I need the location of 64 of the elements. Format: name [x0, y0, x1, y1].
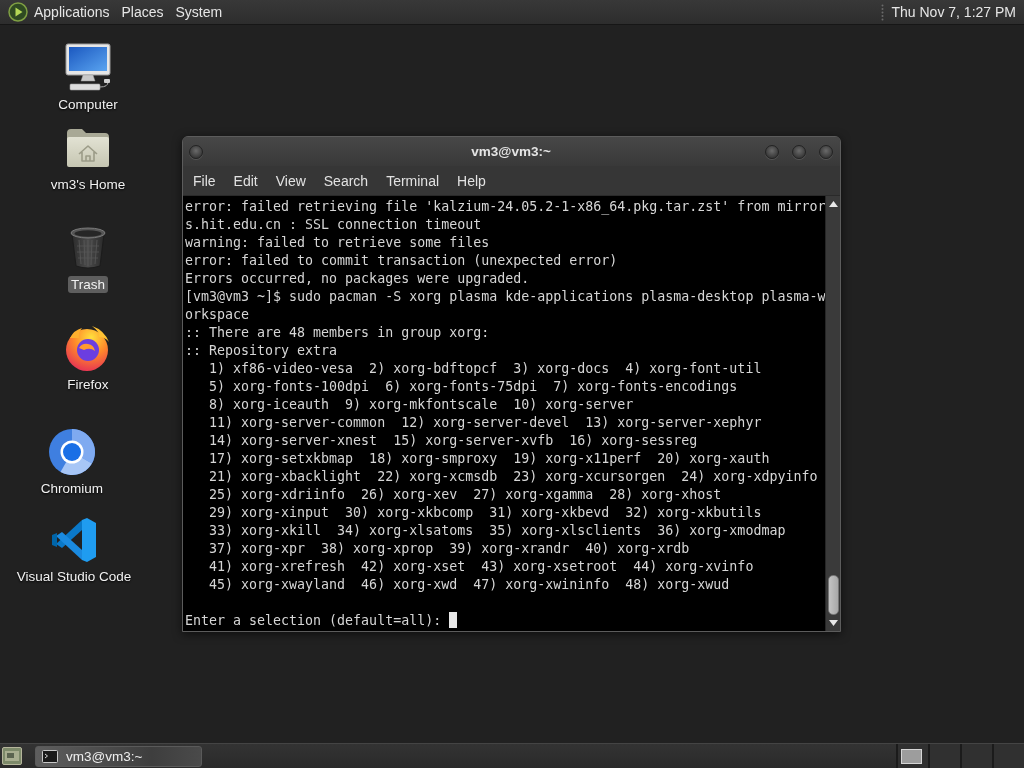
close-button[interactable]	[819, 144, 833, 159]
drag-handle-icon	[881, 3, 885, 21]
terminal-line: 5) xorg-fonts-100dpi 6) xorg-fonts-75dpi 7) xorg-fonts-encodings	[208, 378, 739, 396]
icon-label[interactable]: Firefox	[64, 376, 112, 393]
terminal-line: error: failed to commit transaction (unexpected error)	[185, 252, 619, 270]
terminal-line: 33) xorg-xkill 34) xorg-xlsatoms 35) xorg-xlsclients 36) xorg-xmodmap	[208, 522, 787, 540]
icon-label[interactable]: vm3's Home	[47, 176, 129, 193]
taskbar-button[interactable]: vm3@vm3:~	[35, 745, 202, 767]
menu-item[interactable]: Edit	[224, 168, 267, 193]
panel-menu[interactable]: Places	[115, 0, 170, 24]
workspace-cell[interactable]	[960, 744, 992, 768]
terminal-line: 14) xorg-server-xnest 15) xorg-server-xvfb 16) xorg-sessreg	[208, 432, 699, 450]
terminal-line: 45) xorg-xwayland 46) xorg-xwd 47) xorg-xwininfo 48) xorg-xwud	[208, 576, 731, 594]
maximize-button[interactable]	[792, 144, 806, 159]
terminal-line: Errors occurred, no packages were upgraded.	[185, 270, 531, 288]
terminal-line: error: failed retrieving file 'kalzium-24.05.2-1-x86_64.pkg.tar.zst' from mirror	[185, 198, 825, 216]
terminal-line: 25) xorg-xdriinfo 26) xorg-xev 27) xorg-xgamma 28) xorg-xhost	[208, 486, 723, 504]
icon-label[interactable]: Computer	[55, 96, 121, 113]
ring-logo-icon[interactable]	[48, 428, 96, 476]
window-title: vm3@vm3:~	[471, 144, 551, 159]
up-arrow-icon[interactable]	[828, 201, 838, 207]
panel-clock[interactable]: Thu Nov 7, 1:27 PM	[884, 0, 1020, 24]
window-menu-button[interactable]	[189, 144, 203, 159]
terminal-line: orkspace	[185, 306, 251, 324]
home-folder-icon[interactable]	[65, 127, 111, 169]
terminal-line: 21) xorg-xbacklight 22) xorg-xcmsdb 23) xorg-xcursorgen 24) xorg-xdpyinfo	[208, 468, 819, 486]
show-desktop-icon[interactable]	[2, 747, 22, 765]
minimize-button[interactable]	[765, 144, 779, 159]
ribbon-logo-icon[interactable]	[51, 517, 97, 563]
terminal-line: 11) xorg-server-common 12) xorg-server-devel 13) xorg-server-xephyr	[208, 414, 763, 432]
workspace-cell[interactable]	[928, 744, 960, 768]
terminal-line: 1) xf86-video-vesa 2) xorg-bdftopcf 3) xorg-docs 4) xorg-font-util	[208, 360, 763, 378]
terminal-line: [vm3@vm3 ~]$ sudo pacman -S xorg plasma kde-applications plasma-desktop plasma-w	[185, 288, 825, 306]
trash-bin-icon[interactable]	[69, 226, 107, 270]
play-logo-icon[interactable]	[8, 2, 28, 22]
terminal-line: 17) xorg-setxkbmap 18) xorg-smproxy 19) xorg-x11perf 20) xorg-xauth	[208, 450, 771, 468]
terminal-line: 8) xorg-iceauth 9) xorg-mkfontscale 10) xorg-server	[208, 396, 635, 414]
scrollbar-thumb[interactable]	[827, 575, 839, 615]
down-arrow-icon[interactable]	[828, 620, 838, 626]
workspace-cell[interactable]	[992, 744, 1024, 768]
text-cursor	[449, 612, 458, 628]
menu-item[interactable]: Help	[448, 168, 495, 193]
terminal-icon	[42, 749, 58, 763]
terminal-line: Enter a selection (default=all):	[185, 613, 442, 628]
workspace-cell[interactable]	[896, 744, 928, 768]
icon-label[interactable]: Trash	[68, 276, 108, 293]
menu-item[interactable]: File	[184, 168, 225, 193]
monitor-icon[interactable]	[64, 43, 112, 93]
menu-item[interactable]: Search	[314, 168, 378, 193]
menu-item[interactable]: Terminal	[377, 168, 449, 193]
terminal-line: 29) xorg-xinput 30) xorg-xkbcomp 31) xorg-xkbevd 32) xorg-xkbutils	[208, 504, 763, 522]
panel-menu[interactable]: Applications	[28, 0, 116, 24]
icon-label[interactable]: Chromium	[37, 480, 107, 497]
panel-menu[interactable]: System	[169, 0, 229, 24]
terminal-line: 41) xorg-xrefresh 42) xorg-xset 43) xorg-xsetroot 44) xorg-xvinfo	[208, 558, 755, 576]
terminal-line: warning: failed to retrieve some files	[185, 234, 491, 252]
terminal-line: 37) xorg-xpr 38) xorg-xprop 39) xorg-xrandr 40) xorg-xrdb	[208, 540, 691, 558]
icon-label[interactable]: Visual Studio Code	[13, 568, 135, 585]
terminal-line: :: There are 48 members in group xorg:	[185, 324, 491, 342]
terminal-line: s.hit.edu.cn : SSL connection timeout	[185, 216, 483, 234]
window-thumbnail	[901, 748, 922, 764]
menu-item[interactable]: View	[266, 168, 315, 193]
terminal-line: :: Repository extra	[185, 342, 339, 360]
workspace-switcher[interactable]	[896, 744, 1024, 768]
